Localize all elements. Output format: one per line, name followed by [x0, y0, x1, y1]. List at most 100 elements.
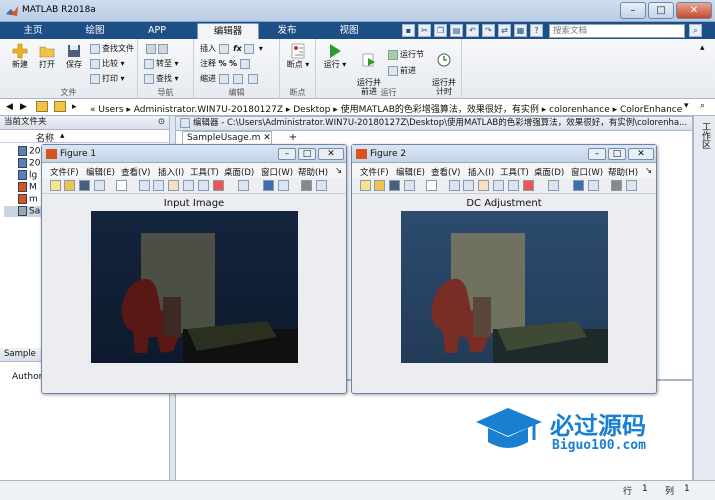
fig-pan-icon[interactable] — [168, 180, 179, 191]
run-button[interactable]: 运行 ▾ — [320, 43, 350, 69]
tab-apps[interactable]: APP — [132, 23, 182, 39]
qa-paste-icon[interactable]: ▤ — [450, 24, 463, 37]
fig-zoom-in-icon[interactable] — [139, 180, 150, 191]
figure-1-titlebar[interactable]: Figure 1 – □ ✕ — [42, 145, 346, 163]
qa-layout-icon[interactable]: ▦ — [514, 24, 527, 37]
save-button[interactable]: 保存 — [60, 43, 88, 69]
fig-show-tools-icon[interactable] — [316, 180, 327, 191]
fig2-menu-desktop[interactable]: 桌面(D) — [534, 166, 564, 178]
fig1-maximize-button[interactable]: □ — [298, 148, 316, 160]
help-icon[interactable]: ? — [530, 24, 543, 37]
fig2-menu-window[interactable]: 窗口(W) — [571, 166, 603, 178]
pane-menu-icon[interactable]: ⊙ — [158, 116, 165, 129]
fig-save-icon[interactable] — [389, 180, 400, 191]
comment-button[interactable]: 注释 % % — [200, 58, 252, 69]
fig1-menu-file[interactable]: 文件(F) — [50, 166, 79, 178]
qa-redo-icon[interactable]: ↷ — [482, 24, 495, 37]
minimize-button[interactable]: – — [620, 2, 646, 19]
fig2-menu-insert[interactable]: 插入(I) — [468, 166, 494, 178]
qa-copy-icon[interactable]: ❐ — [434, 24, 447, 37]
fig-new-icon[interactable] — [50, 180, 61, 191]
name-column-header[interactable]: 名称 ▴ — [0, 130, 170, 144]
fig1-menu-insert[interactable]: 插入(I) — [158, 166, 184, 178]
fig2-menu-edit[interactable]: 编辑(E) — [396, 166, 425, 178]
figure-1-window[interactable]: Figure 1 – □ ✕ 文件(F) 编辑(E) 查看(V) 插入(I) 工… — [41, 144, 347, 394]
editor-tab-sampleusage[interactable]: SampleUsage.m ✕ — [182, 131, 272, 145]
folder-path-breadcrumb[interactable]: « Users ▸ Administrator.WIN7U-20180127Z … — [90, 102, 682, 115]
goto-button[interactable]: 转至 ▾ — [144, 58, 179, 69]
tab-home[interactable]: 主页 — [8, 23, 58, 39]
search-folder-icon[interactable]: ⌕ — [700, 101, 705, 111]
figure-2-titlebar[interactable]: Figure 2 – □ ✕ — [352, 145, 656, 163]
maximize-button[interactable]: □ — [648, 2, 674, 19]
run-section-button[interactable]: 运行节 — [388, 49, 424, 60]
search-icon[interactable]: ⌕ — [689, 24, 702, 37]
path-dropdown-icon[interactable]: ▾ — [684, 101, 689, 111]
fig1-menu-dock-icon[interactable]: ↘ — [335, 166, 342, 176]
insert-button[interactable]: 插入 fx ▾ — [200, 43, 263, 54]
fig-colorbar-icon[interactable] — [263, 180, 274, 191]
fig-hide-tools-icon[interactable] — [611, 180, 622, 191]
ribbon-collapse-icon[interactable]: ▴ — [700, 43, 705, 53]
fig-show-tools-icon[interactable] — [626, 180, 637, 191]
fig-link-icon[interactable] — [238, 180, 249, 191]
compare-button[interactable]: 比较 ▾ — [90, 58, 125, 69]
tab-view[interactable]: 视图 — [324, 23, 374, 39]
fig2-menu-dock-icon[interactable]: ↘ — [645, 166, 652, 176]
tab-editor[interactable]: 编辑器 — [197, 23, 259, 39]
fig-legend-icon[interactable] — [278, 180, 289, 191]
fig-hide-tools-icon[interactable] — [301, 180, 312, 191]
fig-open-icon[interactable] — [374, 180, 385, 191]
fig-pan-icon[interactable] — [478, 180, 489, 191]
fig-legend-icon[interactable] — [588, 180, 599, 191]
fig-pointer-icon[interactable] — [116, 180, 127, 191]
fig-zoom-out-icon[interactable] — [153, 180, 164, 191]
breakpoints-button[interactable]: 断点 ▾ — [283, 43, 313, 69]
fig1-menu-view[interactable]: 查看(V) — [121, 166, 150, 178]
list-item[interactable]: lg — [18, 170, 37, 181]
list-item[interactable]: M — [18, 182, 37, 193]
qa-cut-icon[interactable]: ✂ — [418, 24, 431, 37]
fig-colorbar-icon[interactable] — [573, 180, 584, 191]
fig2-menu-tools[interactable]: 工具(T) — [500, 166, 529, 178]
fig1-menu-tools[interactable]: 工具(T) — [190, 166, 219, 178]
workspace-strip[interactable]: 工作区 — [693, 116, 715, 488]
fig-brush-icon[interactable] — [213, 180, 224, 191]
list-item[interactable]: 20 — [18, 146, 40, 157]
new-tab-button[interactable]: + — [286, 132, 300, 144]
fig2-minimize-button[interactable]: – — [588, 148, 606, 160]
fig1-minimize-button[interactable]: – — [278, 148, 296, 160]
fig-rotate-icon[interactable] — [183, 180, 194, 191]
fig1-close-button[interactable]: ✕ — [318, 148, 344, 160]
up-folder-icon[interactable] — [36, 101, 48, 112]
fig2-menu-help[interactable]: 帮助(H) — [608, 166, 638, 178]
fig-print-icon[interactable] — [94, 180, 105, 191]
fig1-menu-edit[interactable]: 编辑(E) — [86, 166, 115, 178]
figure-2-window[interactable]: Figure 2 – □ ✕ 文件(F) 编辑(E) 查看(V) 插入(I) 工… — [351, 144, 657, 394]
open-button[interactable]: 打开 — [33, 43, 61, 69]
forward-arrow-icon[interactable]: ▶ — [20, 102, 27, 112]
fig-link-icon[interactable] — [548, 180, 559, 191]
close-button[interactable]: ✕ — [676, 2, 712, 19]
list-item[interactable]: m — [18, 194, 38, 205]
fig2-menu-view[interactable]: 查看(V) — [431, 166, 460, 178]
fig2-menu-file[interactable]: 文件(F) — [360, 166, 389, 178]
fig2-close-button[interactable]: ✕ — [628, 148, 654, 160]
new-button[interactable]: 新建 — [6, 43, 34, 69]
back-arrow-icon[interactable]: ◀ — [6, 102, 13, 112]
print-button[interactable]: 打印 ▾ — [90, 73, 125, 84]
find-button[interactable]: 查找 ▾ — [144, 73, 179, 84]
qa-save-icon[interactable]: ▪ — [402, 24, 415, 37]
tab-close-icon[interactable]: ✕ — [263, 133, 271, 143]
search-documentation-input[interactable]: 搜索文档 — [549, 24, 685, 38]
tab-plots[interactable]: 绘图 — [70, 23, 120, 39]
fig-new-icon[interactable] — [360, 180, 371, 191]
fig1-menu-desktop[interactable]: 桌面(D) — [224, 166, 254, 178]
fig1-menu-window[interactable]: 窗口(W) — [261, 166, 293, 178]
fig-save-icon[interactable] — [79, 180, 90, 191]
fig-datacursor-icon[interactable] — [508, 180, 519, 191]
qa-switch-icon[interactable]: ⇄ — [498, 24, 511, 37]
fig-rotate-icon[interactable] — [493, 180, 504, 191]
qa-undo-icon[interactable]: ↶ — [466, 24, 479, 37]
fig-zoom-in-icon[interactable] — [449, 180, 460, 191]
